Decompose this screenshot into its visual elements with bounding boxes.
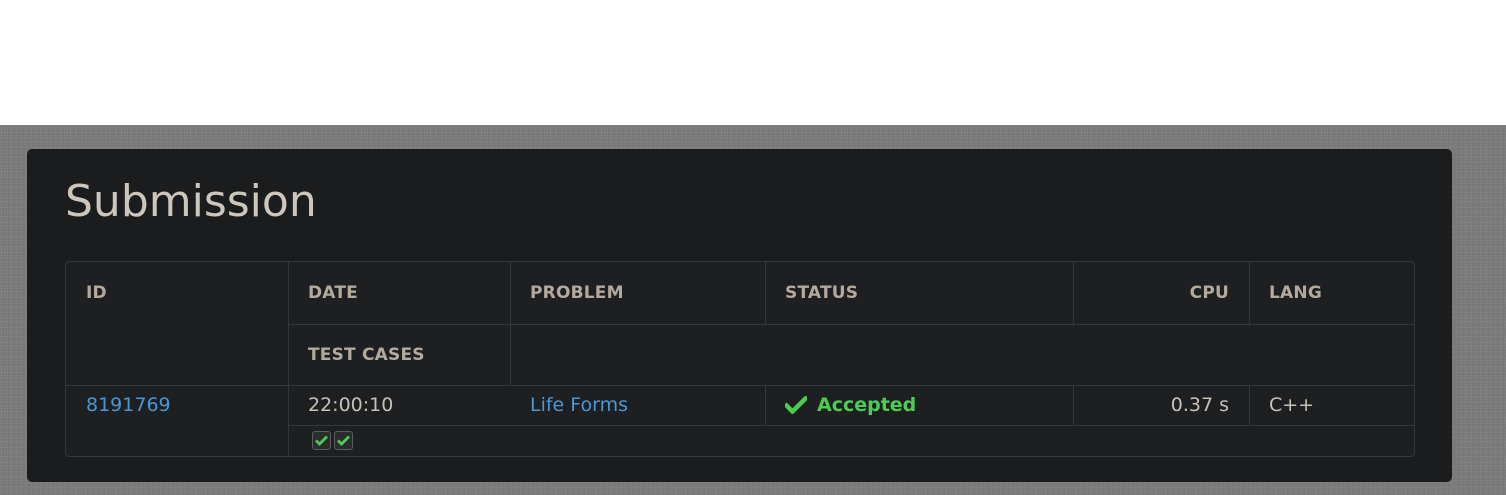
header-status[interactable]: STATUS — [765, 262, 1073, 324]
test-cases-row — [288, 425, 1414, 456]
header-id[interactable]: ID — [66, 262, 288, 324]
header-test-cases: TEST CASES — [308, 344, 425, 365]
status-cell: Accepted — [765, 385, 1073, 425]
page-header-area — [0, 0, 1506, 125]
status-text: Accepted — [817, 394, 917, 416]
check-icon — [315, 435, 328, 446]
header-problem[interactable]: PROBLEM — [510, 262, 765, 324]
header-date[interactable]: DATE — [288, 262, 510, 324]
submission-id-cell: 8191769 — [66, 385, 288, 425]
page-title: Submission — [65, 176, 317, 227]
check-icon — [337, 435, 350, 446]
language: C++ — [1269, 394, 1315, 416]
header-lang[interactable]: LANG — [1249, 262, 1414, 324]
test-case-passed[interactable] — [312, 431, 331, 450]
problem-link[interactable]: Life Forms — [530, 394, 628, 416]
check-icon — [785, 396, 807, 414]
problem-cell: Life Forms — [510, 385, 765, 425]
header-cpu[interactable]: CPU — [1073, 262, 1249, 324]
submission-id-link[interactable]: 8191769 — [86, 394, 171, 416]
status-badge: Accepted — [785, 394, 916, 416]
test-case-passed[interactable] — [334, 431, 353, 450]
cpu-time: 0.37 s — [1170, 394, 1229, 416]
submission-table: ID DATE PROBLEM STATUS CPU LANG TEST CAS… — [65, 261, 1415, 457]
submission-date: 22:00:10 — [308, 394, 394, 416]
